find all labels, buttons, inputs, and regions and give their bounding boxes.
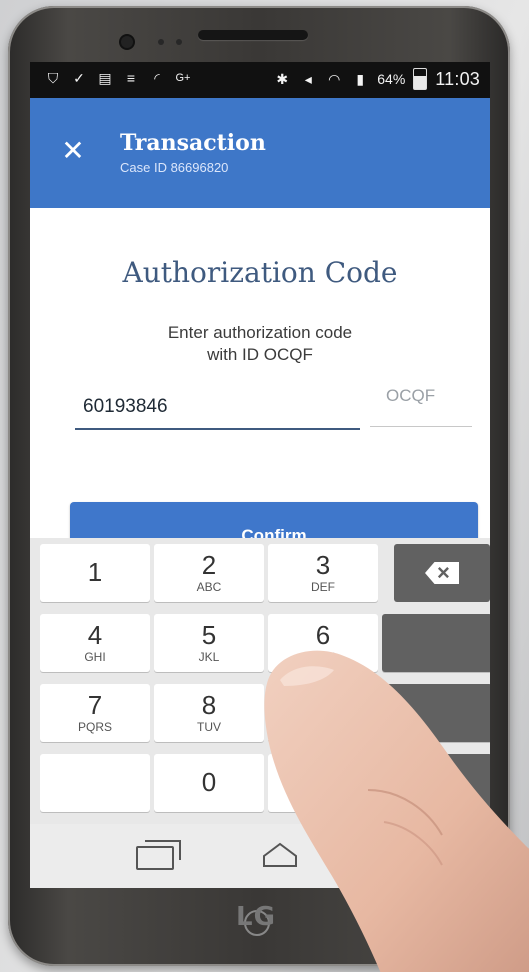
status-icons-left: ⛉ ✓ ▤ ≡ ◜ G+ bbox=[44, 69, 192, 87]
key-8[interactable]: 8 TUV bbox=[154, 684, 264, 742]
key-digit: 0 bbox=[201, 767, 217, 797]
key-digit: 9 bbox=[315, 690, 331, 720]
key-letters: JKL bbox=[198, 650, 220, 664]
key-letters: DEF bbox=[311, 580, 335, 594]
key-letters: ABC bbox=[196, 580, 222, 594]
message-icon: ▤ bbox=[98, 69, 112, 86]
key-letters: PQRS bbox=[77, 720, 112, 734]
case-id-label: Case ID 86696820 bbox=[120, 160, 229, 175]
key-function[interactable] bbox=[382, 754, 490, 812]
battery-icon bbox=[413, 68, 428, 90]
key-2[interactable]: 2 ABC bbox=[154, 544, 264, 602]
key-letters: MNO bbox=[309, 650, 337, 664]
key-function[interactable] bbox=[382, 684, 490, 742]
status-icons-right: ✱ ◂ ◠ ▮ 64% 11:03 bbox=[273, 68, 480, 90]
instruction-line-1: Enter authorization code bbox=[167, 323, 353, 342]
notes-icon: ≡ bbox=[126, 70, 136, 86]
key-digit: 7 bbox=[87, 690, 103, 720]
key-letters: GHI bbox=[84, 650, 106, 664]
app-bar: ✕ Transaction Case ID 86696820 bbox=[30, 98, 490, 208]
key-function[interactable] bbox=[382, 614, 490, 672]
key-digit: 1 bbox=[87, 557, 103, 587]
signal-icon: ▮ bbox=[356, 70, 365, 87]
google-plus-icon: G+ bbox=[175, 72, 191, 84]
close-icon[interactable]: ✕ bbox=[60, 137, 86, 165]
leaf-icon: ◜ bbox=[154, 69, 160, 86]
instruction-text: Enter authorization code with ID OCQF bbox=[30, 322, 490, 366]
code-id-field: OCQF bbox=[370, 386, 472, 427]
phone-body: ⛉ ✓ ▤ ≡ ◜ G+ ✱ ◂ ◠ ▮ 64% 11:03 ✕ Transac… bbox=[8, 6, 510, 966]
key-blank[interactable] bbox=[40, 754, 150, 812]
backspace-icon bbox=[425, 562, 459, 584]
key-0[interactable]: 0 bbox=[154, 754, 264, 812]
recents-icon[interactable] bbox=[136, 840, 181, 870]
key-digit: 6 bbox=[315, 620, 331, 650]
key-dot[interactable] bbox=[268, 754, 378, 812]
key-digit: 3 bbox=[315, 550, 331, 580]
key-1[interactable]: 1 bbox=[40, 544, 150, 602]
key-4[interactable]: 4 GHI bbox=[40, 614, 150, 672]
front-camera bbox=[121, 36, 133, 48]
brand-logo: LG bbox=[236, 902, 276, 932]
code-id-value: OCQF bbox=[386, 386, 436, 405]
page-title: Authorization Code bbox=[122, 256, 398, 289]
key-digit: 2 bbox=[201, 550, 217, 580]
check-icon: ✓ bbox=[73, 69, 85, 86]
key-6[interactable]: 6 MNO bbox=[268, 614, 378, 672]
clock: 11:03 bbox=[435, 68, 480, 89]
bluetooth-icon: ✱ bbox=[276, 70, 289, 87]
home-icon[interactable] bbox=[260, 840, 300, 870]
key-digit: 4 bbox=[87, 620, 103, 650]
photo-scene: ⛉ ✓ ▤ ≡ ◜ G+ ✱ ◂ ◠ ▮ 64% 11:03 ✕ Transac… bbox=[0, 0, 529, 972]
numeric-keypad: 1 2 ABC 3 DEF 4 GHI 5 bbox=[30, 538, 490, 824]
key-3[interactable]: 3 DEF bbox=[268, 544, 378, 602]
mute-icon: ◂ bbox=[304, 70, 312, 87]
key-letters: WXYZ bbox=[305, 720, 341, 734]
navigation-bar bbox=[30, 824, 490, 888]
key-9[interactable]: 9 WXYZ bbox=[268, 684, 378, 742]
authorization-code-input[interactable]: 60193846 bbox=[75, 386, 360, 430]
sensor-dot bbox=[158, 39, 164, 45]
earpiece-speaker bbox=[198, 30, 308, 40]
wifi-icon: ◠ bbox=[328, 70, 341, 87]
key-digit: 8 bbox=[201, 690, 217, 720]
key-7[interactable]: 7 PQRS bbox=[40, 684, 150, 742]
authorization-code-value: 60193846 bbox=[83, 396, 168, 417]
instruction-line-2: with ID OCQF bbox=[207, 345, 313, 364]
key-letters: TUV bbox=[197, 720, 221, 734]
key-digit: 5 bbox=[201, 620, 217, 650]
key-5[interactable]: 5 JKL bbox=[154, 614, 264, 672]
battery-percentage: 64% bbox=[377, 71, 406, 87]
authorization-content: Authorization Code Enter authorization c… bbox=[30, 208, 490, 570]
sensor-dot bbox=[176, 39, 182, 45]
shield-icon: ⛉ bbox=[47, 69, 59, 86]
backspace-button[interactable] bbox=[394, 544, 490, 602]
app-title: Transaction bbox=[120, 130, 266, 156]
phone-screen: ⛉ ✓ ▤ ≡ ◜ G+ ✱ ◂ ◠ ▮ 64% 11:03 ✕ Transac… bbox=[30, 62, 490, 888]
status-bar: ⛉ ✓ ▤ ≡ ◜ G+ ✱ ◂ ◠ ▮ 64% 11:03 bbox=[30, 62, 490, 98]
